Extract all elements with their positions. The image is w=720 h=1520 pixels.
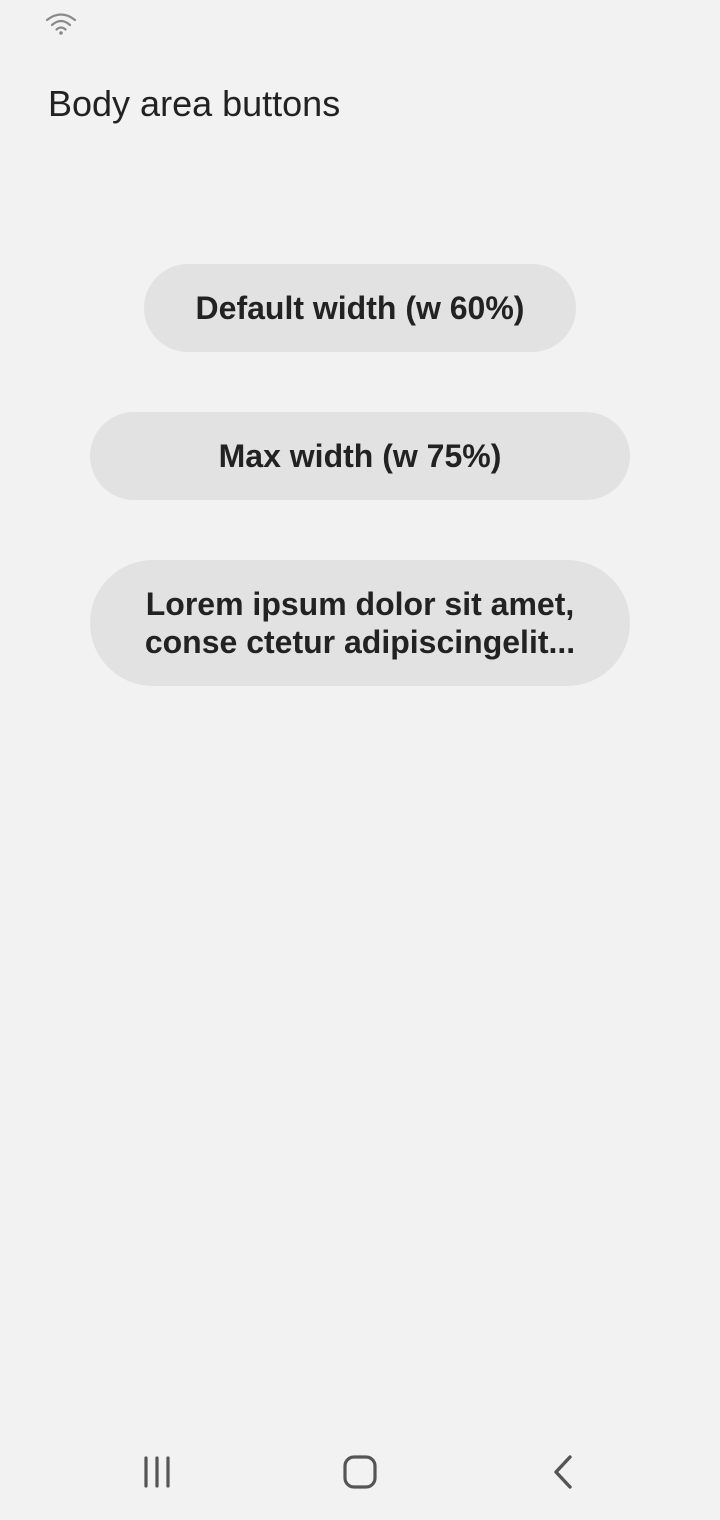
- default-width-button[interactable]: Default width (w 60%): [144, 264, 576, 352]
- max-width-button[interactable]: Max width (w 75%): [90, 412, 630, 500]
- navigation-bar: [0, 1424, 720, 1520]
- home-icon: [343, 1455, 377, 1489]
- page-title: Body area buttons: [48, 83, 341, 124]
- long-text-button[interactable]: Lorem ipsum dolor sit amet, conse ctetur…: [90, 560, 630, 686]
- home-button[interactable]: [300, 1424, 420, 1520]
- recents-button[interactable]: [97, 1424, 217, 1520]
- wifi-icon: [45, 13, 77, 35]
- status-bar: [0, 0, 720, 48]
- back-button[interactable]: [504, 1424, 624, 1520]
- back-icon: [554, 1455, 572, 1489]
- recents-icon: [144, 1456, 170, 1488]
- long-text-button-label: Lorem ipsum dolor sit amet, conse ctetur…: [144, 586, 576, 660]
